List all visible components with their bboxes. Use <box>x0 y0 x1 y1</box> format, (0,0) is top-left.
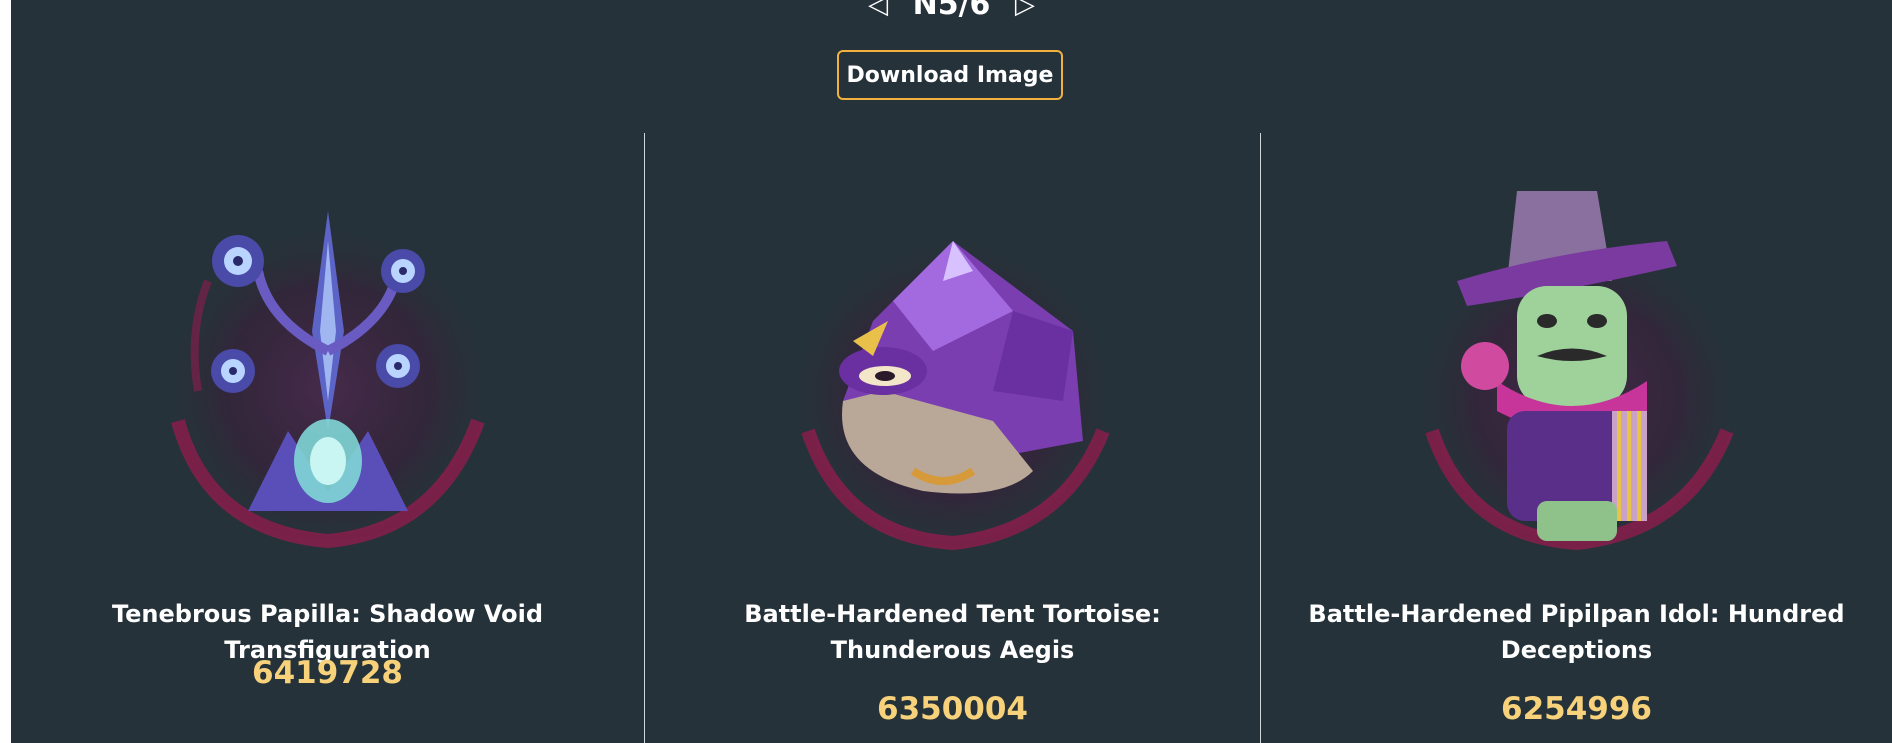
card-image <box>1397 171 1757 551</box>
card-image <box>773 171 1133 551</box>
card-title: Battle-Hardened Tent Tortoise: Thunderou… <box>744 600 1161 664</box>
next-page-icon[interactable]: ▷ <box>1015 0 1035 20</box>
card-score: 6419728 <box>252 655 403 691</box>
card-score: 6350004 <box>877 691 1028 727</box>
card-pipilpan-idol[interactable]: Battle-Hardened Pipilpan Idol: Hundred D… <box>1261 133 1892 743</box>
card-tent-tortoise[interactable]: Battle-Hardened Tent Tortoise: Thunderou… <box>645 133 1260 743</box>
pager: ◁ N5/6 ▷ <box>11 0 1892 22</box>
results-panel: ◁ N5/6 ▷ Download Image Tenebrous Papill… <box>11 0 1892 743</box>
card-title: Battle-Hardened Pipilpan Idol: Hundred D… <box>1308 600 1845 664</box>
download-image-button[interactable]: Download Image <box>837 50 1063 100</box>
card-tenebrous-papilla[interactable]: Tenebrous Papilla: Shadow Void Transfigu… <box>11 133 644 743</box>
card-image <box>148 171 508 551</box>
previous-page-icon[interactable]: ◁ <box>868 0 888 20</box>
card-score: 6254996 <box>1501 691 1652 727</box>
page-indicator: N5/6 <box>912 0 991 22</box>
card-grid: Tenebrous Papilla: Shadow Void Transfigu… <box>11 133 1892 743</box>
